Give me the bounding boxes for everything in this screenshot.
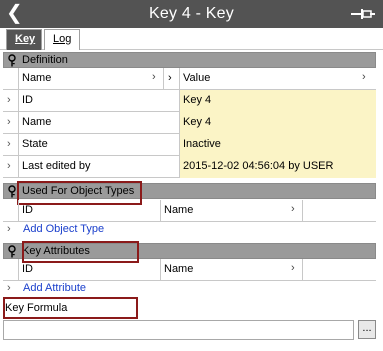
row-expand-icon[interactable]: › — [3, 90, 19, 112]
key-icon — [8, 54, 16, 67]
property-name: Last edited by — [19, 156, 180, 178]
tab-log-label: Log — [53, 33, 72, 45]
tab-key[interactable]: Key — [6, 29, 42, 50]
row-expand-icon[interactable]: › — [3, 156, 19, 178]
highlight-box — [3, 297, 138, 319]
property-name: State — [19, 134, 180, 156]
row-expand-icon: › — [7, 223, 11, 235]
table-row[interactable]: › Last edited by 2015-12-02 04:56:04 by … — [3, 156, 376, 178]
definition-section-header[interactable]: Definition — [3, 52, 376, 68]
key-formula-input[interactable] — [3, 320, 354, 340]
row-expand-icon[interactable]: › — [3, 134, 19, 156]
definition-header-row: Name › › Value › — [3, 68, 376, 90]
definition-section-label: Definition — [22, 54, 68, 66]
property-name: ID — [19, 90, 180, 112]
chevron-right-icon: › — [168, 72, 172, 84]
chevron-right-icon: › — [291, 262, 295, 274]
row-expand-icon[interactable]: › — [3, 112, 19, 134]
table-row[interactable]: › Name Key 4 — [3, 112, 376, 134]
add-object-type-link[interactable]: Add Object Type — [20, 219, 220, 241]
window-title: Key 4 - Key — [149, 5, 234, 22]
browse-button[interactable]: ... — [358, 320, 376, 339]
name-column-header[interactable]: Name › — [19, 68, 164, 90]
tab-log[interactable]: Log — [44, 29, 80, 50]
chevron-right-icon: › — [291, 203, 295, 215]
table-row[interactable]: › State Inactive — [3, 134, 376, 156]
chevron-right-icon: › — [152, 71, 156, 83]
property-value[interactable]: 2015-12-02 04:56:04 by USER — [180, 156, 376, 178]
chevron-right-icon: › — [362, 71, 366, 83]
property-value[interactable]: Key 4 — [180, 90, 376, 112]
property-name: Name — [19, 112, 180, 134]
property-value[interactable]: Key 4 — [180, 112, 376, 134]
name-column-label: Name — [164, 263, 194, 275]
key-icon — [8, 185, 16, 198]
value-column-label: Value — [183, 72, 211, 84]
pin-icon[interactable] — [351, 7, 375, 21]
property-value[interactable]: Inactive — [180, 134, 376, 156]
table-row[interactable]: › ID Key 4 — [3, 90, 376, 112]
add-object-type-row[interactable]: › Add Object Type — [3, 219, 376, 241]
name-column-label: Name — [22, 72, 52, 84]
tab-strip: Key Log — [0, 28, 383, 50]
value-column-header[interactable]: Value › — [180, 68, 376, 90]
name-column-label: Name — [164, 204, 194, 216]
row-gutter — [3, 68, 19, 90]
key-icon — [8, 245, 16, 258]
sort-column-header[interactable]: › — [164, 68, 180, 90]
title-bar: ❮ Key 4 - Key — [0, 0, 383, 28]
